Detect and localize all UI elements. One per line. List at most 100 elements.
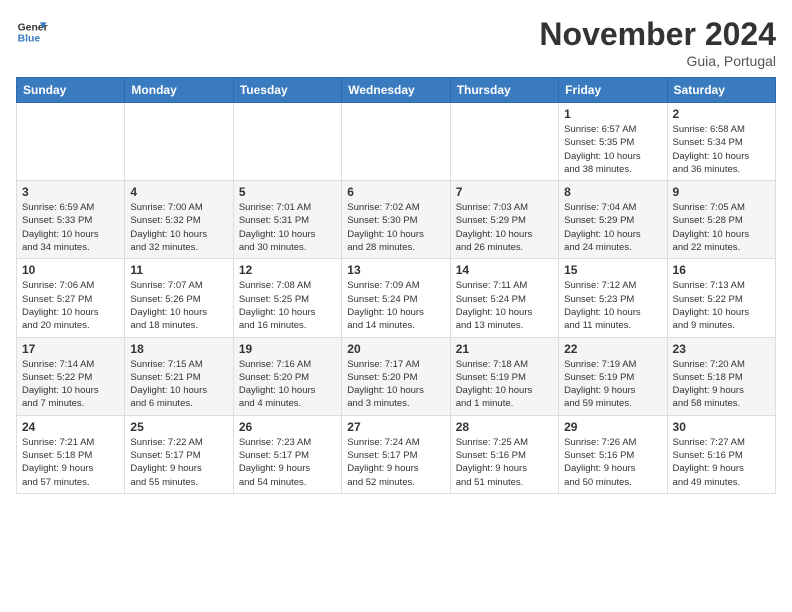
day-info: Sunrise: 7:11 AM Sunset: 5:24 PM Dayligh… — [456, 279, 553, 332]
page-header: General Blue November 2024 Guia, Portuga… — [16, 16, 776, 69]
col-header-tuesday: Tuesday — [233, 78, 341, 103]
day-cell-3: 3 Sunrise: 6:59 AM Sunset: 5:33 PM Daylig… — [17, 181, 125, 259]
calendar-header-row: SundayMondayTuesdayWednesdayThursdayFrid… — [17, 78, 776, 103]
day-number: 28 — [456, 420, 553, 434]
day-info: Sunrise: 7:26 AM Sunset: 5:16 PM Dayligh… — [564, 436, 661, 489]
day-number: 2 — [673, 107, 770, 121]
day-info: Sunrise: 7:27 AM Sunset: 5:16 PM Dayligh… — [673, 436, 770, 489]
day-cell-1: 1 Sunrise: 6:57 AM Sunset: 5:35 PM Daylig… — [559, 103, 667, 181]
day-info: Sunrise: 7:24 AM Sunset: 5:17 PM Dayligh… — [347, 436, 444, 489]
week-row-2: 3 Sunrise: 6:59 AM Sunset: 5:33 PM Daylig… — [17, 181, 776, 259]
day-cell-empty-0-0 — [17, 103, 125, 181]
day-number: 10 — [22, 263, 119, 277]
day-number: 3 — [22, 185, 119, 199]
day-number: 5 — [239, 185, 336, 199]
month-title: November 2024 — [539, 16, 776, 53]
day-info: Sunrise: 7:17 AM Sunset: 5:20 PM Dayligh… — [347, 358, 444, 411]
day-cell-empty-0-2 — [233, 103, 341, 181]
day-info: Sunrise: 7:04 AM Sunset: 5:29 PM Dayligh… — [564, 201, 661, 254]
day-number: 16 — [673, 263, 770, 277]
day-number: 7 — [456, 185, 553, 199]
day-number: 15 — [564, 263, 661, 277]
day-cell-15: 15 Sunrise: 7:12 AM Sunset: 5:23 PM Dayli… — [559, 259, 667, 337]
day-number: 27 — [347, 420, 444, 434]
day-cell-21: 21 Sunrise: 7:18 AM Sunset: 5:19 PM Dayli… — [450, 337, 558, 415]
day-cell-24: 24 Sunrise: 7:21 AM Sunset: 5:18 PM Dayli… — [17, 415, 125, 493]
day-number: 11 — [130, 263, 227, 277]
day-info: Sunrise: 7:12 AM Sunset: 5:23 PM Dayligh… — [564, 279, 661, 332]
day-number: 14 — [456, 263, 553, 277]
day-info: Sunrise: 7:14 AM Sunset: 5:22 PM Dayligh… — [22, 358, 119, 411]
col-header-friday: Friday — [559, 78, 667, 103]
day-info: Sunrise: 6:57 AM Sunset: 5:35 PM Dayligh… — [564, 123, 661, 176]
col-header-sunday: Sunday — [17, 78, 125, 103]
day-number: 25 — [130, 420, 227, 434]
day-cell-8: 8 Sunrise: 7:04 AM Sunset: 5:29 PM Daylig… — [559, 181, 667, 259]
day-number: 12 — [239, 263, 336, 277]
day-info: Sunrise: 7:09 AM Sunset: 5:24 PM Dayligh… — [347, 279, 444, 332]
col-header-wednesday: Wednesday — [342, 78, 450, 103]
day-cell-12: 12 Sunrise: 7:08 AM Sunset: 5:25 PM Dayli… — [233, 259, 341, 337]
day-number: 23 — [673, 342, 770, 356]
day-cell-14: 14 Sunrise: 7:11 AM Sunset: 5:24 PM Dayli… — [450, 259, 558, 337]
day-cell-empty-0-4 — [450, 103, 558, 181]
day-number: 18 — [130, 342, 227, 356]
col-header-monday: Monday — [125, 78, 233, 103]
day-cell-28: 28 Sunrise: 7:25 AM Sunset: 5:16 PM Dayli… — [450, 415, 558, 493]
day-number: 13 — [347, 263, 444, 277]
day-cell-20: 20Sunrise: 7:17 AM Sunset: 5:20 PM Dayli… — [342, 337, 450, 415]
title-area: November 2024 Guia, Portugal — [539, 16, 776, 69]
day-cell-4: 4Sunrise: 7:00 AM Sunset: 5:32 PM Daylig… — [125, 181, 233, 259]
day-cell-2: 2 Sunrise: 6:58 AM Sunset: 5:34 PM Daylig… — [667, 103, 775, 181]
calendar-table: SundayMondayTuesdayWednesdayThursdayFrid… — [16, 77, 776, 494]
day-number: 6 — [347, 185, 444, 199]
day-info: Sunrise: 7:13 AM Sunset: 5:22 PM Dayligh… — [673, 279, 770, 332]
logo: General Blue — [16, 16, 48, 48]
day-number: 9 — [673, 185, 770, 199]
day-info: Sunrise: 7:08 AM Sunset: 5:25 PM Dayligh… — [239, 279, 336, 332]
day-number: 21 — [456, 342, 553, 356]
day-cell-22: 22 Sunrise: 7:19 AM Sunset: 5:19 PM Dayli… — [559, 337, 667, 415]
day-info: Sunrise: 6:58 AM Sunset: 5:34 PM Dayligh… — [673, 123, 770, 176]
day-cell-29: 29 Sunrise: 7:26 AM Sunset: 5:16 PM Dayli… — [559, 415, 667, 493]
week-row-1: 1 Sunrise: 6:57 AM Sunset: 5:35 PM Daylig… — [17, 103, 776, 181]
day-cell-18: 18Sunrise: 7:15 AM Sunset: 5:21 PM Dayli… — [125, 337, 233, 415]
day-info: Sunrise: 7:05 AM Sunset: 5:28 PM Dayligh… — [673, 201, 770, 254]
day-cell-16: 16 Sunrise: 7:13 AM Sunset: 5:22 PM Dayli… — [667, 259, 775, 337]
day-info: Sunrise: 7:20 AM Sunset: 5:18 PM Dayligh… — [673, 358, 770, 411]
day-number: 8 — [564, 185, 661, 199]
week-row-5: 24 Sunrise: 7:21 AM Sunset: 5:18 PM Dayli… — [17, 415, 776, 493]
day-cell-23: 23 Sunrise: 7:20 AM Sunset: 5:18 PM Dayli… — [667, 337, 775, 415]
day-number: 22 — [564, 342, 661, 356]
day-cell-26: 26Sunrise: 7:23 AM Sunset: 5:17 PM Dayli… — [233, 415, 341, 493]
day-info: Sunrise: 7:25 AM Sunset: 5:16 PM Dayligh… — [456, 436, 553, 489]
day-number: 24 — [22, 420, 119, 434]
location: Guia, Portugal — [539, 53, 776, 69]
day-number: 29 — [564, 420, 661, 434]
day-info: Sunrise: 7:06 AM Sunset: 5:27 PM Dayligh… — [22, 279, 119, 332]
col-header-saturday: Saturday — [667, 78, 775, 103]
day-cell-5: 5Sunrise: 7:01 AM Sunset: 5:31 PM Daylig… — [233, 181, 341, 259]
day-info: Sunrise: 6:59 AM Sunset: 5:33 PM Dayligh… — [22, 201, 119, 254]
svg-text:Blue: Blue — [18, 34, 41, 45]
day-cell-empty-0-3 — [342, 103, 450, 181]
day-cell-30: 30 Sunrise: 7:27 AM Sunset: 5:16 PM Dayli… — [667, 415, 775, 493]
day-cell-empty-0-1 — [125, 103, 233, 181]
week-row-4: 17 Sunrise: 7:14 AM Sunset: 5:22 PM Dayli… — [17, 337, 776, 415]
day-number: 30 — [673, 420, 770, 434]
day-info: Sunrise: 7:23 AM Sunset: 5:17 PM Dayligh… — [239, 436, 336, 489]
day-cell-7: 7 Sunrise: 7:03 AM Sunset: 5:29 PM Daylig… — [450, 181, 558, 259]
day-info: Sunrise: 7:07 AM Sunset: 5:26 PM Dayligh… — [130, 279, 227, 332]
day-number: 1 — [564, 107, 661, 121]
day-info: Sunrise: 7:19 AM Sunset: 5:19 PM Dayligh… — [564, 358, 661, 411]
day-cell-10: 10 Sunrise: 7:06 AM Sunset: 5:27 PM Dayli… — [17, 259, 125, 337]
day-number: 17 — [22, 342, 119, 356]
week-row-3: 10 Sunrise: 7:06 AM Sunset: 5:27 PM Dayli… — [17, 259, 776, 337]
day-cell-19: 19Sunrise: 7:16 AM Sunset: 5:20 PM Dayli… — [233, 337, 341, 415]
day-info: Sunrise: 7:18 AM Sunset: 5:19 PM Dayligh… — [456, 358, 553, 411]
day-info: Sunrise: 7:21 AM Sunset: 5:18 PM Dayligh… — [22, 436, 119, 489]
day-number: 19 — [239, 342, 336, 356]
day-info: Sunrise: 7:03 AM Sunset: 5:29 PM Dayligh… — [456, 201, 553, 254]
day-cell-13: 13 Sunrise: 7:09 AM Sunset: 5:24 PM Dayli… — [342, 259, 450, 337]
day-info: Sunrise: 7:22 AM Sunset: 5:17 PM Dayligh… — [130, 436, 227, 489]
